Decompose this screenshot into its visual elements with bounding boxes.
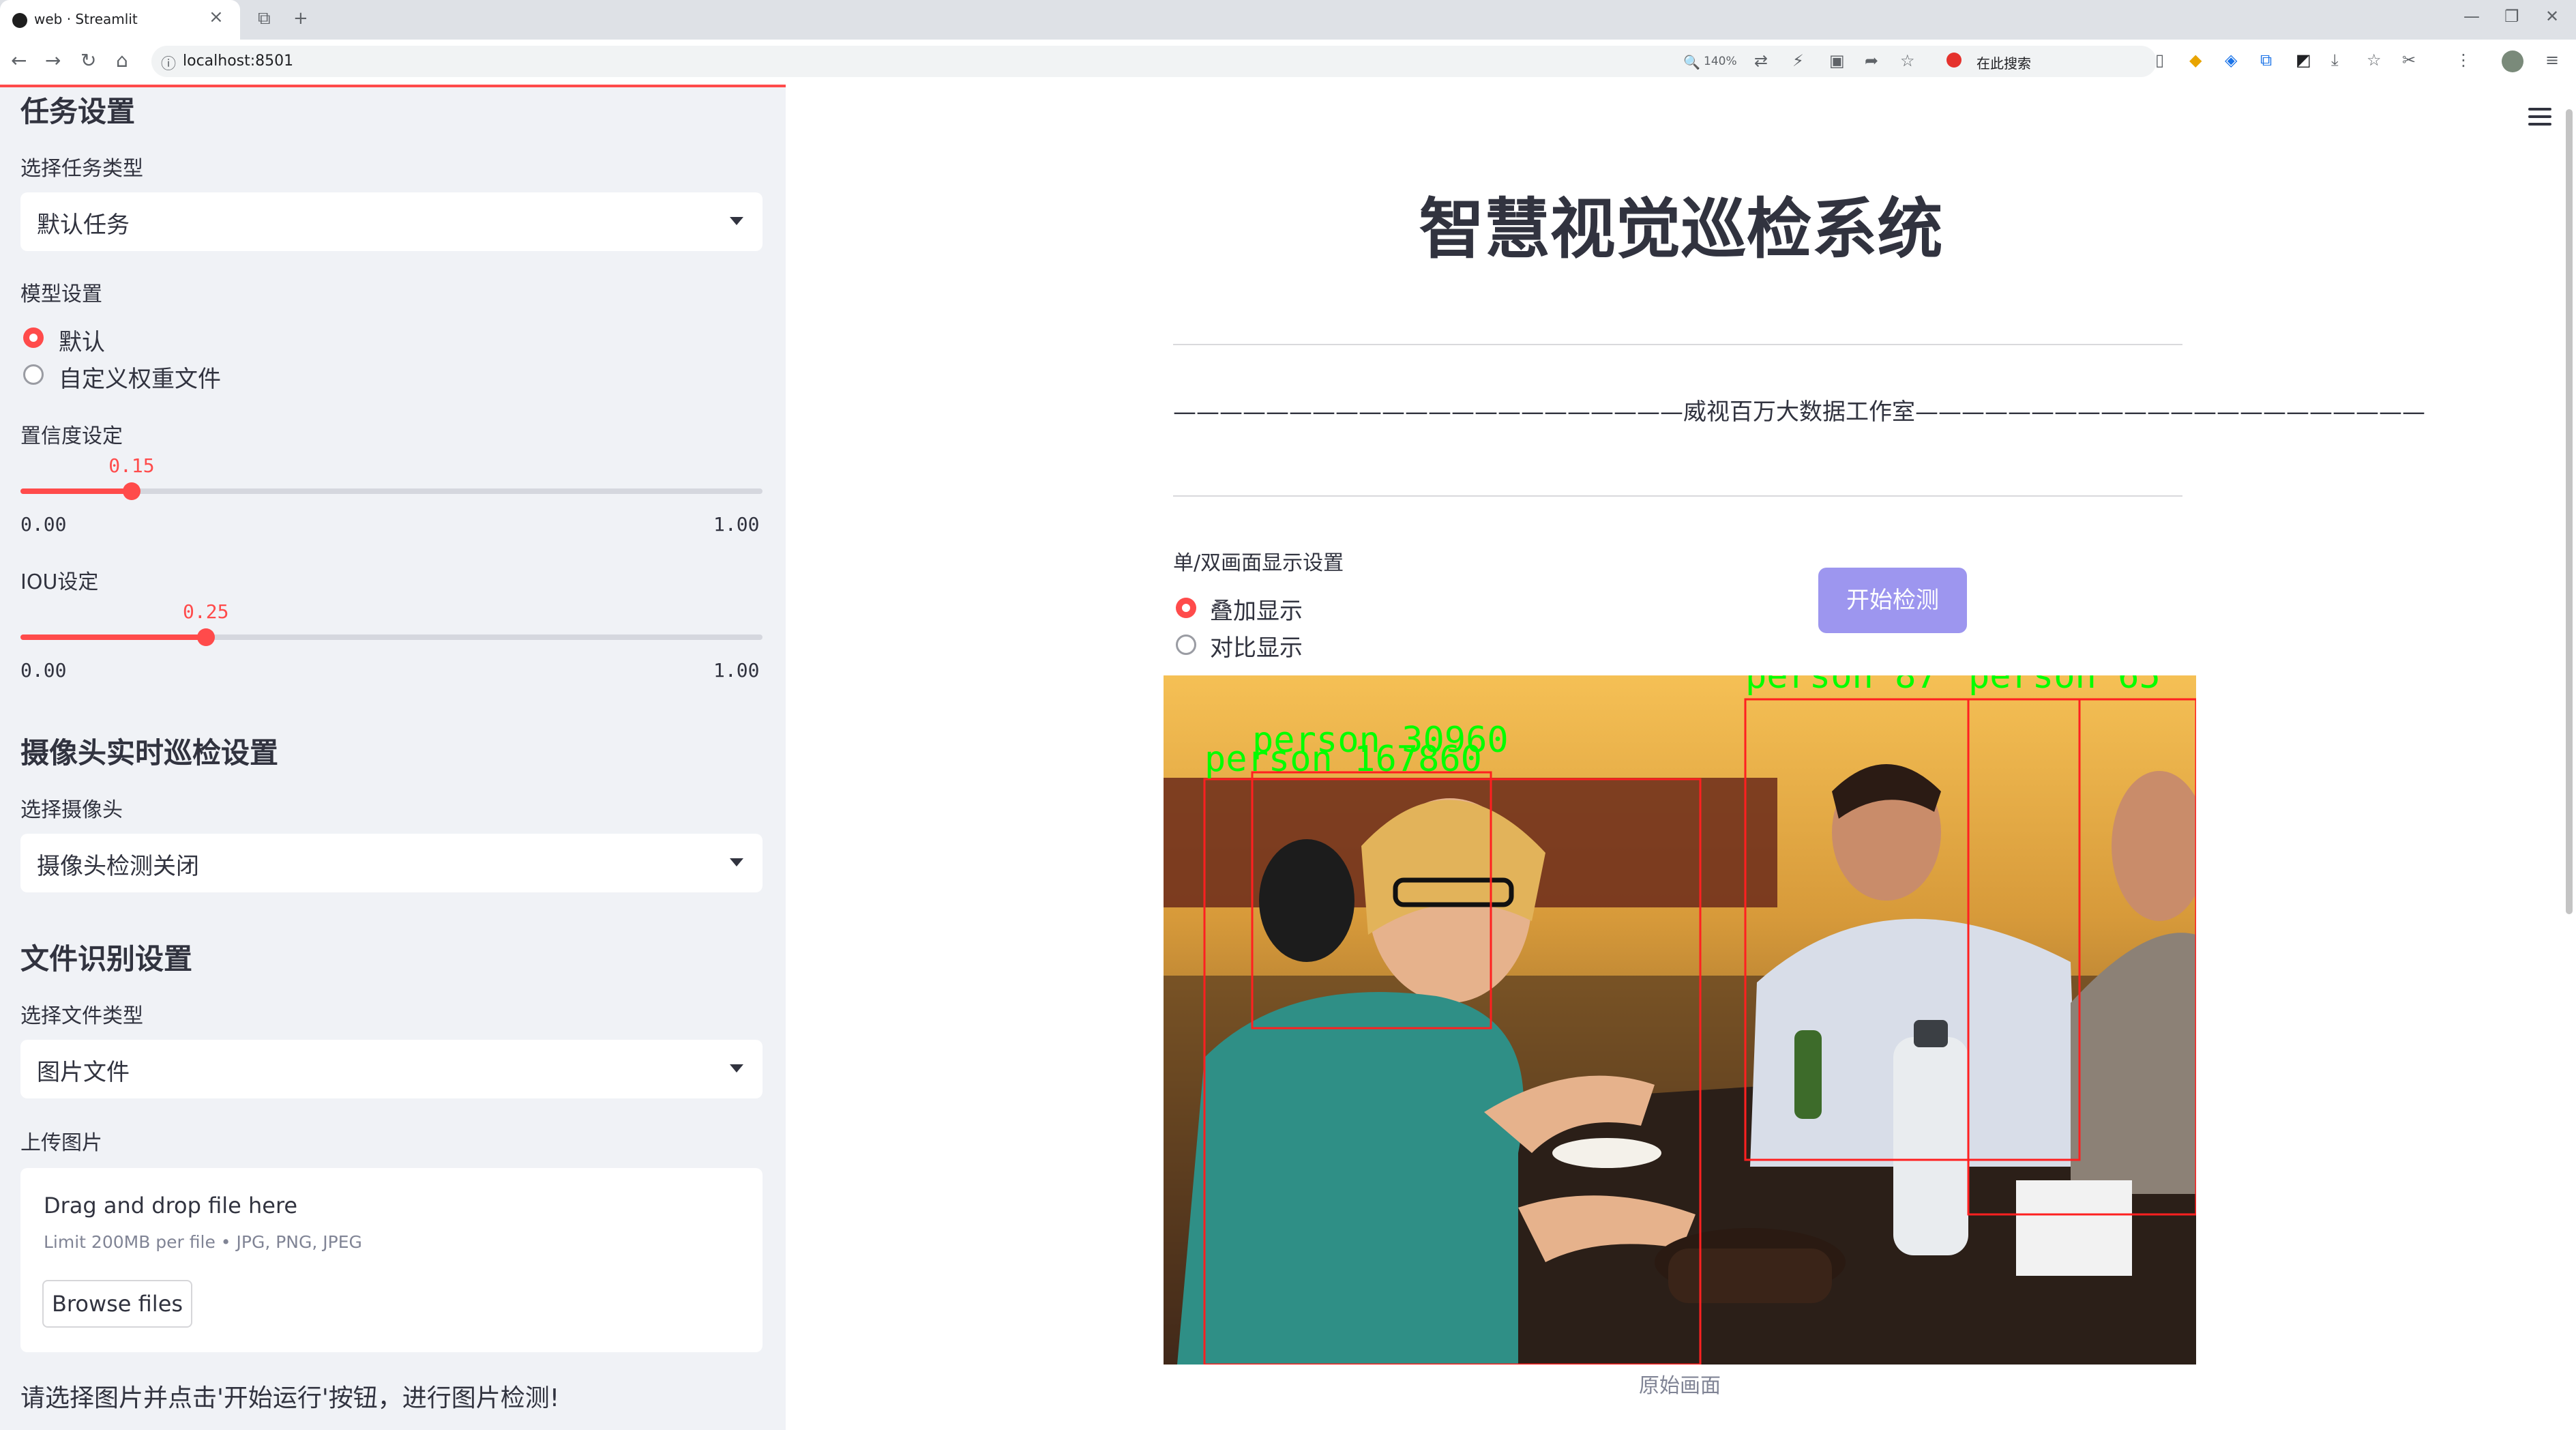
streamlit-favicon-icon: [12, 13, 27, 28]
minimize-icon[interactable]: —: [2463, 7, 2480, 26]
home-icon[interactable]: ⌂: [116, 49, 128, 72]
site-info-icon[interactable]: ⓘ: [161, 52, 176, 74]
drag-drop-text: Drag and drop file here: [44, 1193, 298, 1219]
display-mode-label: 单/双画面显示设置: [1173, 551, 1344, 575]
page-title: 智慧视觉巡检系统: [1419, 191, 1943, 267]
compare-display-radio[interactable]: [1176, 634, 1196, 655]
detection-photo-svg: person 30960 person 167860 person 87 per…: [1164, 675, 2196, 1365]
tab-groups-icon[interactable]: ⧉: [258, 8, 271, 29]
lightning-icon[interactable]: ⚡: [1792, 51, 1804, 70]
browser-tab-bar: web · Streamlit × ⧉ + — ❐ ✕: [0, 0, 2576, 40]
model-settings-label: 模型设置: [20, 282, 102, 306]
zoom-level: 140%: [1704, 55, 1737, 68]
screenshot-icon[interactable]: ▣: [1829, 51, 1845, 70]
browser-tab[interactable]: web · Streamlit ×: [0, 0, 240, 40]
reload-icon[interactable]: ↻: [80, 49, 96, 72]
task-settings-heading: 任务设置: [20, 95, 136, 128]
search-engine-box[interactable]: 在此搜索: [1937, 46, 2135, 76]
task-type-label: 选择任务类型: [20, 157, 143, 181]
restore-icon[interactable]: ❐: [2504, 7, 2519, 26]
confidence-slider-thumb[interactable]: [123, 482, 141, 500]
image-caption: 原始画面: [1639, 1374, 1721, 1398]
task-type-select[interactable]: 默认任务: [20, 192, 763, 251]
search-placeholder: 在此搜索: [1977, 55, 2031, 72]
detection-label: person 87: [1745, 675, 1938, 697]
file-settings-heading: 文件识别设置: [20, 942, 193, 976]
extension-icon[interactable]: ◆: [2189, 50, 2202, 70]
tab-close-icon[interactable]: ×: [209, 7, 224, 27]
model-custom-radio[interactable]: [23, 364, 44, 385]
detection-image: person 30960 person 167860 person 87 per…: [1164, 675, 2196, 1365]
favorites-icon[interactable]: ☆: [2367, 50, 2382, 70]
iou-max: 1.00: [713, 659, 760, 682]
browser-menu-icon[interactable]: ≡: [2545, 50, 2559, 70]
iou-min: 0.00: [20, 659, 67, 682]
detection-label: person 65: [1968, 675, 2161, 697]
share-icon[interactable]: ➦: [1865, 51, 1878, 70]
cut-icon[interactable]: ✂: [2402, 50, 2416, 70]
iou-value: 0.25: [183, 600, 229, 623]
file-type-select[interactable]: 图片文件: [20, 1040, 763, 1098]
confidence-min: 0.00: [20, 513, 67, 536]
upload-hint: 请选择图片并点击'开始运行'按钮，进行图片检测!: [20, 1384, 560, 1412]
camera-select-value: 摄像头检测关闭: [37, 853, 199, 880]
chevron-down-icon: [730, 1064, 743, 1072]
divider: [1173, 495, 2182, 497]
confidence-max: 1.00: [713, 513, 760, 536]
iou-label: IOU设定: [20, 570, 99, 594]
download-icon[interactable]: ⤓: [2331, 50, 2339, 70]
iou-slider[interactable]: [20, 634, 763, 640]
extension-copy-icon[interactable]: ⧉: [2260, 50, 2272, 70]
extension-translate-icon[interactable]: ◈: [2225, 50, 2237, 70]
more-menu-icon[interactable]: ⋮: [2455, 50, 2472, 70]
new-tab-icon[interactable]: +: [293, 8, 308, 29]
divider: [1173, 344, 2182, 345]
file-uploader-dropzone[interactable]: Drag and drop file here Limit 200MB per …: [20, 1168, 763, 1352]
zoom-icon[interactable]: 🔍: [1683, 54, 1700, 70]
overlay-display-label[interactable]: 叠加显示: [1210, 592, 1303, 626]
forward-icon[interactable]: →: [45, 49, 61, 72]
confidence-label: 置信度设定: [20, 424, 123, 448]
browser-address-bar: ← → ↻ ⌂ ⓘ localhost:8501 🔍 140% ⇄ ⚡ ▣ ➦ …: [0, 40, 2576, 85]
back-icon[interactable]: ←: [11, 49, 27, 72]
chevron-down-icon: [730, 858, 743, 866]
omnibox[interactable]: ⓘ localhost:8501 🔍 140% ⇄ ⚡ ▣ ➦ ☆: [151, 46, 2157, 77]
bookmark-star-icon[interactable]: ☆: [1900, 51, 1915, 70]
start-detection-button[interactable]: 开始检测: [1818, 568, 1967, 633]
iou-slider-thumb[interactable]: [197, 628, 215, 646]
task-type-value: 默认任务: [37, 211, 130, 239]
model-custom-label[interactable]: 自定义权重文件: [59, 360, 221, 394]
reading-mode-icon[interactable]: ▯: [2155, 50, 2164, 70]
detection-label: person 167860: [1204, 739, 1482, 780]
camera-select-label: 选择摄像头: [20, 798, 123, 822]
tab-title: web · Streamlit: [34, 11, 138, 27]
upload-limit-text: Limit 200MB per file • JPG, PNG, JPEG: [44, 1232, 362, 1252]
window-close-icon[interactable]: ✕: [2545, 7, 2559, 26]
iou-slider-fill: [20, 634, 206, 640]
overlay-display-radio[interactable]: [1176, 598, 1196, 618]
browse-files-button[interactable]: Browse files: [42, 1280, 192, 1328]
hamburger-menu-icon[interactable]: [2528, 108, 2551, 130]
upload-label: 上传图片: [20, 1131, 102, 1155]
url-text: localhost:8501: [183, 53, 294, 70]
file-type-value: 图片文件: [37, 1059, 130, 1086]
file-type-label: 选择文件类型: [20, 1004, 143, 1028]
translate-icon[interactable]: ⇄: [1754, 51, 1768, 70]
profile-avatar[interactable]: [2502, 50, 2523, 72]
studio-credit: ——————————————————————威视百万大数据工作室————————…: [1173, 398, 2425, 426]
confidence-slider-fill: [20, 488, 132, 494]
confidence-value: 0.15: [108, 454, 155, 477]
chevron-down-icon: [730, 217, 743, 225]
camera-select[interactable]: 摄像头检测关闭: [20, 834, 763, 892]
extension-dark-icon[interactable]: ◩: [2296, 50, 2311, 70]
model-default-label[interactable]: 默认: [59, 323, 105, 357]
compare-display-label[interactable]: 对比显示: [1210, 629, 1303, 662]
camera-settings-heading: 摄像头实时巡检设置: [20, 736, 279, 770]
search-engine-icon: [1946, 53, 1961, 68]
model-default-radio[interactable]: [23, 327, 44, 348]
